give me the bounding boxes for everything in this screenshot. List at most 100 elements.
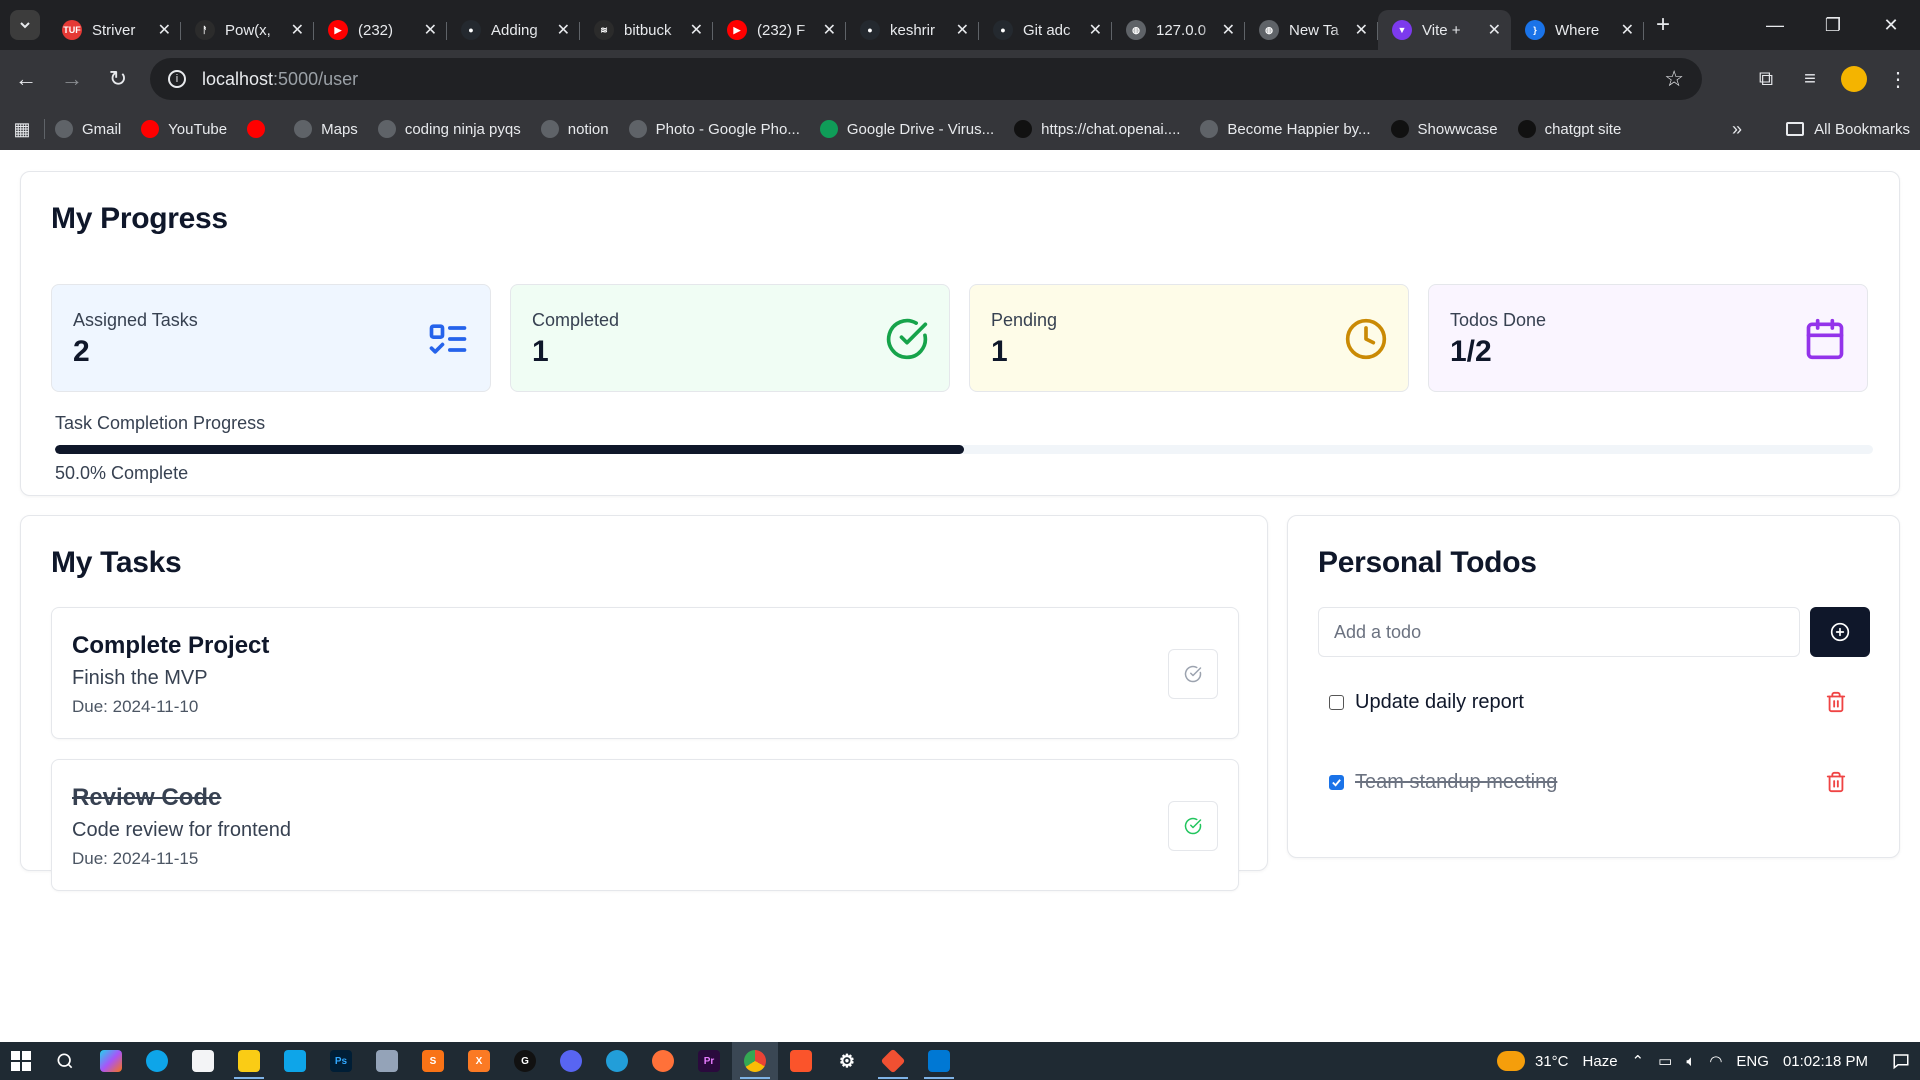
bookmark-item[interactable]: chatgpt site	[1517, 120, 1621, 138]
new-tab-button[interactable]: +	[1656, 11, 1670, 39]
trash-icon[interactable]	[1825, 690, 1847, 714]
todo-checkbox[interactable]	[1329, 774, 1344, 790]
menu-icon[interactable]: ⋮	[1876, 57, 1920, 101]
minimize-button[interactable]: —	[1746, 0, 1804, 50]
tab-close-icon[interactable]: ✕	[1621, 20, 1634, 40]
tab-favicon-icon: ◍	[1126, 20, 1146, 40]
mark-complete-button[interactable]	[1168, 801, 1218, 851]
bookmark-item[interactable]: Showwcase	[1390, 120, 1498, 138]
tab-close-icon[interactable]: ✕	[291, 20, 304, 40]
plus-circle-icon	[1830, 622, 1850, 642]
browser-tab[interactable]: ● Git adc ✕	[979, 10, 1112, 50]
taskbar-edge[interactable]	[134, 1042, 180, 1080]
language-indicator[interactable]: ENG	[1736, 1053, 1769, 1070]
all-bookmarks-button[interactable]: All Bookmarks	[1786, 121, 1910, 138]
bookmark-item[interactable]	[247, 120, 274, 138]
tab-close-icon[interactable]: ✕	[158, 20, 171, 40]
forward-button[interactable]: →	[52, 59, 92, 99]
media-control-icon[interactable]: ≡	[1788, 57, 1832, 101]
browser-tab[interactable]: ▼ Vite + ✕	[1378, 10, 1511, 50]
bookmark-item[interactable]: https://chat.openai....	[1014, 120, 1180, 138]
start-button[interactable]	[0, 1051, 42, 1071]
task-title: Review Code	[72, 784, 222, 811]
bookmark-item[interactable]: Maps	[294, 120, 358, 138]
close-window-button[interactable]: ✕	[1862, 0, 1920, 50]
restore-button[interactable]: ❐	[1804, 0, 1862, 50]
bookmark-item[interactable]: Become Happier by...	[1200, 120, 1371, 138]
back-button[interactable]: ←	[6, 59, 46, 99]
bookmark-item[interactable]: Google Drive - Virus...	[819, 120, 994, 138]
bookmark-star-icon[interactable]: ☆	[1664, 66, 1684, 92]
taskbar-firefox[interactable]	[640, 1042, 686, 1080]
tab-close-icon[interactable]: ✕	[1222, 20, 1235, 40]
bookmark-favicon-icon	[1390, 120, 1409, 138]
taskbar-telegram[interactable]	[594, 1042, 640, 1080]
tab-close-icon[interactable]: ✕	[1488, 20, 1501, 40]
taskbar-photos[interactable]	[364, 1042, 410, 1080]
taskbar-copilot[interactable]	[88, 1042, 134, 1080]
tab-title: Vite +	[1422, 21, 1461, 39]
taskbar-app-g[interactable]: G	[502, 1042, 548, 1080]
taskbar-search-icon[interactable]	[42, 1042, 88, 1080]
show-hidden-icons[interactable]: ⌃	[1632, 1052, 1645, 1070]
clock[interactable]: 01:02:18 PM	[1783, 1053, 1868, 1070]
reload-button[interactable]: ↻	[98, 59, 138, 99]
battery-icon[interactable]: ▭	[1658, 1052, 1672, 1070]
bookmark-item[interactable]: YouTube	[141, 120, 227, 138]
bookmark-list: Gmail YouTube Maps coding ninja pyqs notion P…	[55, 120, 1641, 138]
browser-tab[interactable]: ◍ New Ta ✕	[1245, 10, 1378, 50]
taskbar-chrome[interactable]	[732, 1042, 778, 1080]
tab-close-icon[interactable]: ✕	[823, 20, 836, 40]
taskbar-xampp[interactable]: X	[456, 1042, 502, 1080]
todo-checkbox[interactable]	[1329, 694, 1344, 710]
wifi-icon[interactable]: ◠	[1709, 1052, 1722, 1070]
taskbar-mail[interactable]	[272, 1042, 318, 1080]
tab-close-icon[interactable]: ✕	[557, 20, 570, 40]
todo-input[interactable]	[1318, 607, 1800, 657]
apps-grid-icon[interactable]: ▦	[0, 119, 44, 140]
more-bookmarks-button[interactable]: »	[1732, 119, 1742, 140]
bookmark-item[interactable]: Gmail	[55, 120, 121, 138]
address-bar[interactable]: i localhost:5000/user ☆	[150, 58, 1702, 100]
taskbar-discord[interactable]	[548, 1042, 594, 1080]
tab-favicon-icon: ◍	[1259, 20, 1279, 40]
browser-tab[interactable]: ▶ (232) ✕	[314, 10, 447, 50]
browser-tab[interactable]: ᚨ Pow(x, ✕	[181, 10, 314, 50]
taskbar-vscode[interactable]	[916, 1042, 962, 1080]
tab-close-icon[interactable]: ✕	[424, 20, 437, 40]
windows-logo-icon	[11, 1051, 31, 1071]
tab-search-button[interactable]	[10, 10, 40, 40]
extensions-icon[interactable]: ⧉	[1744, 57, 1788, 101]
notification-icon[interactable]	[1882, 1042, 1920, 1080]
tab-close-icon[interactable]: ✕	[956, 20, 969, 40]
taskbar-store[interactable]	[180, 1042, 226, 1080]
bookmark-item[interactable]: coding ninja pyqs	[377, 120, 521, 138]
tab-close-icon[interactable]: ✕	[1089, 20, 1102, 40]
volume-icon[interactable]: 🔈︎	[1686, 1053, 1695, 1070]
taskbar-sublime[interactable]: S	[410, 1042, 456, 1080]
taskbar-premiere[interactable]: Pr	[686, 1042, 732, 1080]
taskbar-brave[interactable]	[778, 1042, 824, 1080]
trash-icon[interactable]	[1825, 770, 1847, 794]
taskbar-git[interactable]	[870, 1042, 916, 1080]
mark-complete-button[interactable]	[1168, 649, 1218, 699]
taskbar-file-explorer[interactable]	[226, 1042, 272, 1080]
browser-tab[interactable]: ● Adding ✕	[447, 10, 580, 50]
tab-title: (232) F	[757, 21, 806, 39]
browser-tab[interactable]: ◍ 127.0.0 ✕	[1112, 10, 1245, 50]
site-info-icon[interactable]: i	[168, 70, 186, 88]
bookmark-item[interactable]: notion	[540, 120, 609, 138]
taskbar-settings[interactable]: ⚙	[824, 1042, 870, 1080]
tab-close-icon[interactable]: ✕	[690, 20, 703, 40]
browser-tab[interactable]: ● keshrir ✕	[846, 10, 979, 50]
profile-button[interactable]	[1832, 57, 1876, 101]
bookmark-item[interactable]: Photo - Google Pho...	[628, 120, 800, 138]
browser-tab[interactable]: TUF Striver ✕	[48, 10, 181, 50]
add-todo-button[interactable]	[1810, 607, 1870, 657]
browser-tab[interactable]: ≋ bitbuck ✕	[580, 10, 713, 50]
taskbar-photoshop[interactable]: Ps	[318, 1042, 364, 1080]
browser-tab[interactable]: } Where ✕	[1511, 10, 1644, 50]
browser-tab[interactable]: ▶ (232) F ✕	[713, 10, 846, 50]
weather-condition: Haze	[1582, 1052, 1618, 1070]
tab-close-icon[interactable]: ✕	[1355, 20, 1368, 40]
